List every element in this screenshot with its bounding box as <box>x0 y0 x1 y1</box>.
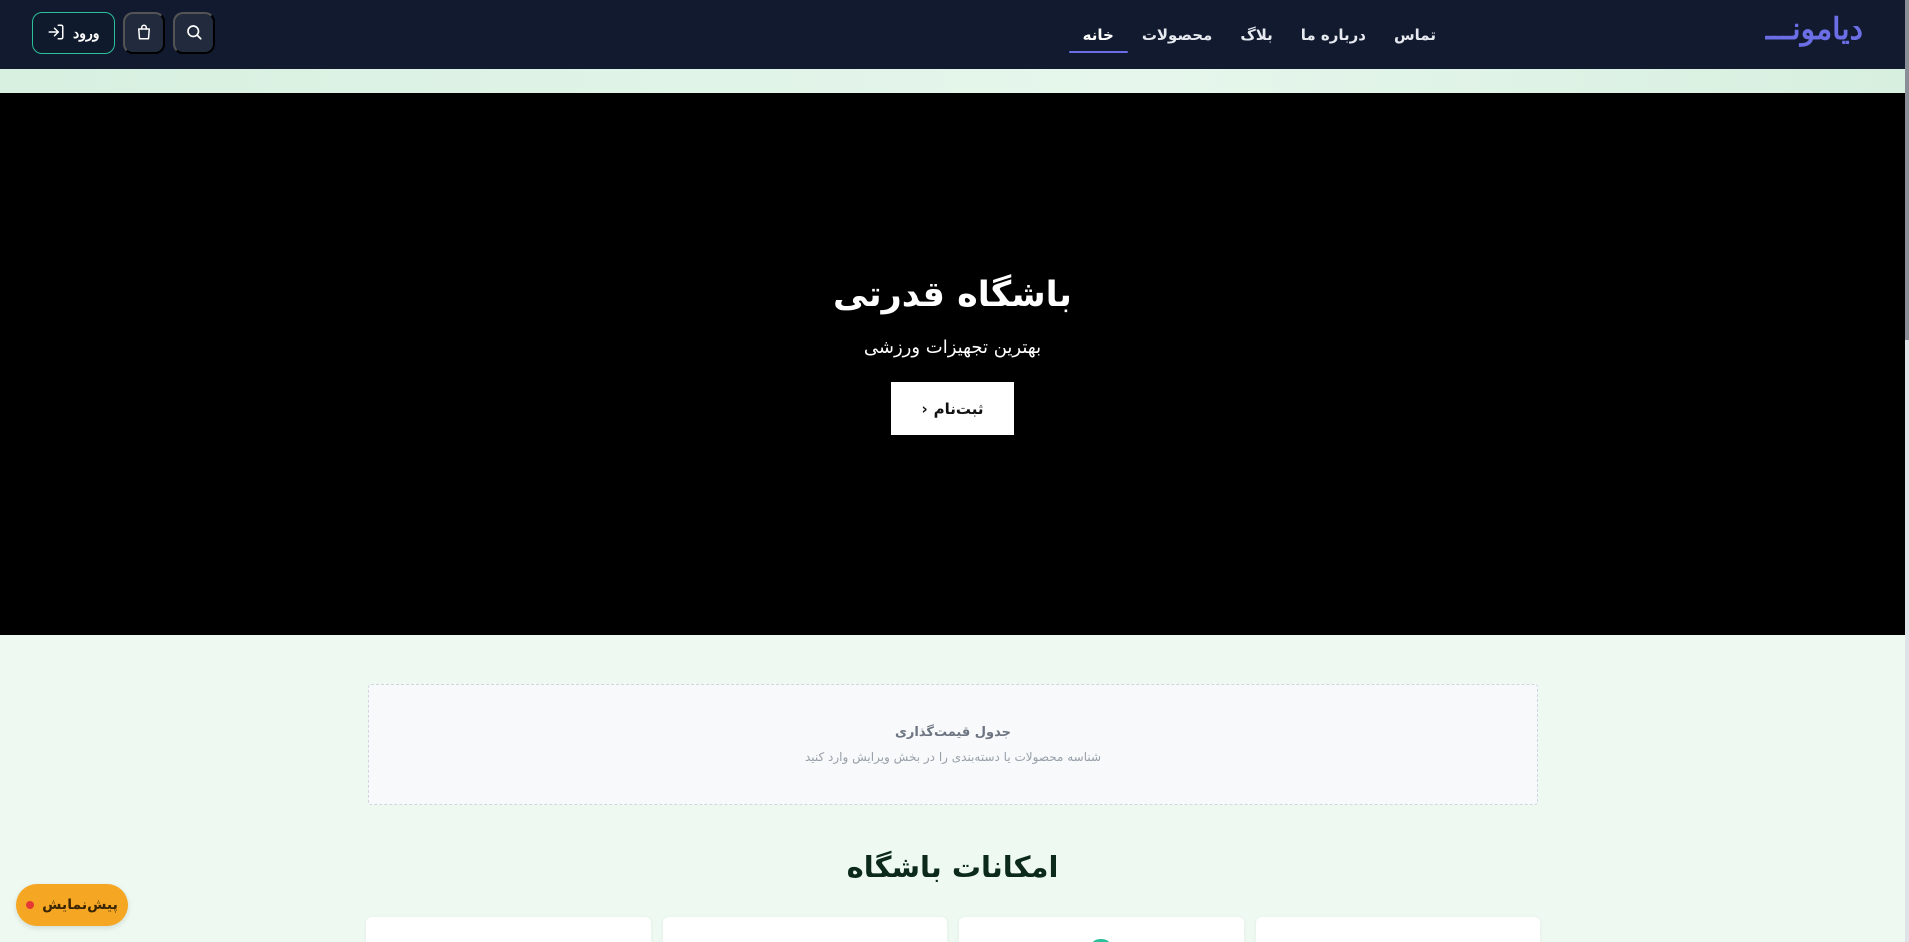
shopping-bag-icon <box>135 23 153 44</box>
pricing-description: شناسه محصولات یا دسته‌بندی را در بخش ویر… <box>804 750 1102 764</box>
preview-label: پیش‌نمایش <box>42 897 118 913</box>
features-title: امکانات باشگاه <box>846 850 1059 884</box>
feature-card[interactable] <box>959 917 1244 942</box>
scrollbar-thumb[interactable] <box>1905 0 1909 340</box>
preview-button[interactable]: پیش‌نمایش <box>16 884 128 926</box>
feature-card[interactable] <box>366 917 651 942</box>
nav-item-about[interactable]: درباره ما <box>1287 0 1380 69</box>
feature-card[interactable] <box>662 917 947 942</box>
signup-label: ثبت‌نام <box>933 399 984 418</box>
main-nav: خانه محصولات بلاگ درباره ما تماس <box>1068 0 1450 69</box>
nav-item-contact[interactable]: تماس <box>1380 0 1450 69</box>
site-header: دیامونـــ خانه محصولات بلاگ درباره ما تم… <box>0 0 1905 69</box>
nav-item-home[interactable]: خانه <box>1068 0 1128 69</box>
pricing-title: جدول قیمت‌گذاری <box>895 725 1011 740</box>
search-icon <box>185 23 203 44</box>
login-button[interactable]: ورود <box>32 12 115 54</box>
nav-item-blog[interactable]: بلاگ <box>1226 0 1286 69</box>
page-scrollbar[interactable] <box>1905 0 1909 942</box>
hero-section: باشگاه قدرتی بهترین تجهیزات ورزشی ثبت‌نا… <box>0 93 1905 635</box>
live-dot-icon <box>26 901 35 909</box>
header-band <box>0 69 1905 93</box>
nav-item-products[interactable]: محصولات <box>1128 0 1227 69</box>
search-button[interactable] <box>172 12 215 54</box>
hero-subtitle: بهترین تجهیزات ورزشی <box>863 337 1042 358</box>
brand-logo[interactable]: دیامونـــ <box>1766 12 1863 47</box>
signup-button[interactable]: ثبت‌نام ‹ <box>891 382 1014 435</box>
chevron-left-icon: ‹ <box>921 399 928 418</box>
hero-title: باشگاه قدرتی <box>833 275 1072 315</box>
features-cards <box>366 917 1540 942</box>
feature-card[interactable] <box>1255 917 1540 942</box>
login-label: ورود <box>73 24 100 41</box>
pricing-placeholder: جدول قیمت‌گذاری شناسه محصولات یا دسته‌بن… <box>368 684 1538 805</box>
header-tools: ورود <box>32 12 215 54</box>
login-icon <box>47 23 65 44</box>
cart-button[interactable] <box>122 12 165 54</box>
